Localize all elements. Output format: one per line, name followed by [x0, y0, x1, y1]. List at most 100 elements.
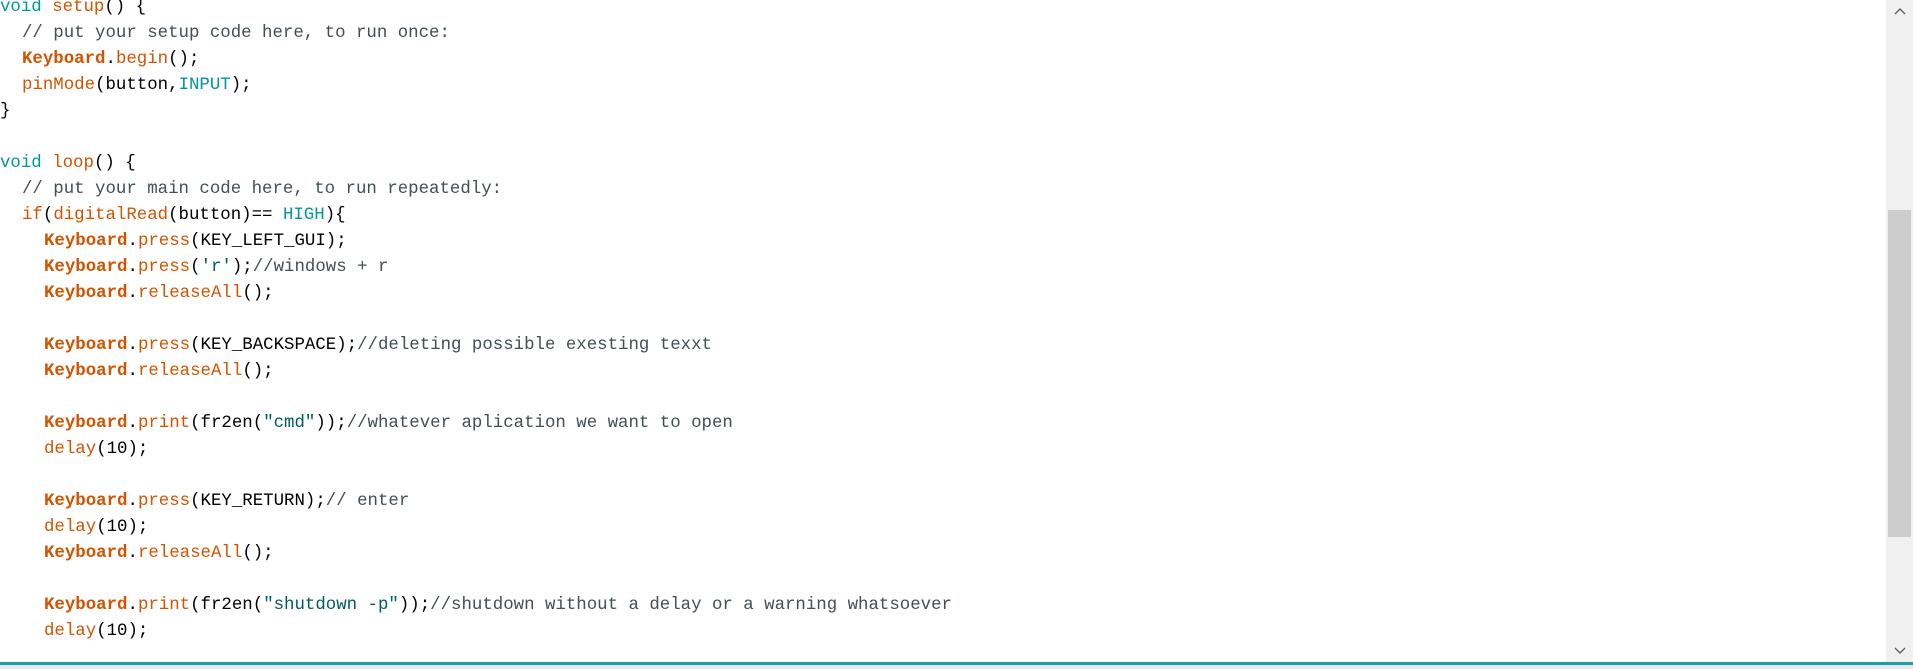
code-token: press: [137, 232, 191, 251]
code-token: begin: [115, 50, 169, 69]
code-line[interactable]: Keyboard.press(KEY_LEFT_GUI);: [44, 229, 347, 255]
scroll-thumb[interactable]: [1888, 210, 1911, 537]
code-token: (KEY_BACKSPACE);: [190, 336, 358, 355]
code-token: () {: [104, 0, 147, 17]
code-token: "cmd": [263, 414, 316, 433]
code-token: () {: [93, 154, 136, 173]
code-token: Keyboard: [44, 336, 128, 355]
code-token: ();: [242, 284, 274, 303]
editor-bottom-divider: [0, 662, 1913, 669]
code-token: (: [190, 258, 201, 277]
code-token: //windows + r: [252, 258, 389, 277]
code-token: ();: [242, 544, 274, 563]
code-line[interactable]: delay(10);: [44, 619, 148, 645]
code-token: (KEY_LEFT_GUI);: [190, 232, 347, 251]
code-line[interactable]: Keyboard.releaseAll();: [44, 281, 274, 307]
code-token: //deleting possible exesting texxt: [357, 336, 712, 355]
code-token: delay: [44, 440, 97, 459]
code-line[interactable]: void loop() {: [0, 151, 136, 177]
code-line[interactable]: Keyboard.press(KEY_RETURN);// enter: [44, 489, 409, 515]
code-line[interactable]: // put your main code here, to run repea…: [22, 177, 502, 203]
code-line[interactable]: delay(10);: [44, 437, 148, 463]
code-token: Keyboard: [44, 284, 128, 303]
code-token: loop: [52, 154, 94, 173]
code-token: Keyboard: [22, 50, 106, 69]
code-token: (10);: [96, 518, 149, 537]
code-line[interactable]: Keyboard.press(KEY_BACKSPACE);//deleting…: [44, 333, 712, 359]
code-line[interactable]: // put your setup code here, to run once…: [22, 21, 450, 47]
code-token: Keyboard: [44, 414, 128, 433]
code-token: // enter: [325, 492, 410, 511]
code-token: Keyboard: [44, 362, 128, 381]
code-editor: void setup() { // put your setup code her…: [0, 0, 1913, 669]
code-token: HIGH: [282, 206, 325, 225]
code-line[interactable]: void setup() {: [0, 0, 146, 21]
code-token: ){: [324, 206, 346, 225]
code-token: // put your main code here, to run repea…: [22, 180, 503, 199]
code-token: releaseAll: [137, 284, 243, 303]
code-line[interactable]: Keyboard.begin();: [22, 47, 199, 73]
code-token: releaseAll: [137, 362, 243, 381]
code-line[interactable]: Keyboard.releaseAll();: [44, 541, 274, 567]
code-token: 'r': [200, 258, 232, 277]
code-line[interactable]: }: [0, 99, 10, 125]
code-token: releaseAll: [137, 544, 243, 563]
code-token: Keyboard: [44, 258, 128, 277]
code-token: .: [105, 50, 116, 69]
scroll-track[interactable]: [1886, 22, 1913, 640]
code-token: print: [137, 414, 191, 433]
code-token: "shutdown -p": [263, 596, 399, 615]
code-line[interactable]: Keyboard.print(fr2en("cmd"));//whatever …: [44, 411, 733, 437]
code-token: (button)==: [168, 206, 283, 225]
code-token: // put your setup code here, to run once…: [22, 24, 450, 43]
chevron-up-icon: [1894, 8, 1905, 15]
code-token: (10);: [96, 622, 149, 641]
code-token: ));: [315, 414, 347, 433]
code-token: .: [127, 232, 138, 251]
code-line[interactable]: Keyboard.press('r');//windows + r: [44, 255, 388, 281]
code-token: print: [137, 596, 191, 615]
scroll-down-button[interactable]: [1886, 640, 1913, 662]
code-token: INPUT: [178, 76, 231, 95]
code-token: (KEY_RETURN);: [190, 492, 326, 511]
code-token: (fr2en(: [190, 596, 264, 615]
code-token: (button,: [95, 76, 179, 95]
code-token: press: [137, 336, 191, 355]
code-token: .: [127, 492, 138, 511]
code-token: delay: [44, 622, 97, 641]
code-token: Keyboard: [44, 596, 128, 615]
code-token: ));: [398, 596, 431, 615]
code-text-area[interactable]: void setup() { // put your setup code her…: [0, 0, 1886, 662]
code-token: delay: [44, 518, 97, 537]
code-token: );: [231, 258, 253, 277]
code-token: ();: [168, 50, 200, 69]
scroll-up-button[interactable]: [1886, 0, 1913, 22]
code-token: .: [127, 362, 138, 381]
code-token: //whatever aplication we want to open: [346, 414, 733, 433]
code-line[interactable]: if(digitalRead(button)== HIGH){: [22, 203, 346, 229]
code-line[interactable]: delay(10);: [44, 515, 148, 541]
code-token: .: [127, 336, 138, 355]
code-token: }: [0, 102, 11, 121]
code-token: press: [137, 258, 191, 277]
code-token: void: [0, 0, 42, 17]
code-line[interactable]: pinMode(button,INPUT);: [22, 73, 252, 99]
code-token: digitalRead: [53, 206, 169, 225]
code-token: Keyboard: [44, 492, 128, 511]
code-token: press: [137, 492, 191, 511]
code-token: Keyboard: [44, 232, 128, 251]
code-token: );: [230, 76, 252, 95]
code-token: (fr2en(: [190, 414, 264, 433]
code-line[interactable]: Keyboard.releaseAll();: [44, 359, 274, 385]
code-token: if: [22, 206, 43, 225]
code-token: Keyboard: [44, 544, 128, 563]
vertical-scrollbar[interactable]: [1886, 0, 1913, 662]
code-token: (: [42, 206, 54, 225]
code-token: //shutdown without a delay or a warning …: [430, 596, 952, 615]
code-token: .: [127, 414, 138, 433]
code-line[interactable]: Keyboard.print(fr2en("shutdown -p"));//s…: [44, 593, 952, 619]
code-token: .: [127, 284, 138, 303]
code-token: .: [127, 544, 138, 563]
